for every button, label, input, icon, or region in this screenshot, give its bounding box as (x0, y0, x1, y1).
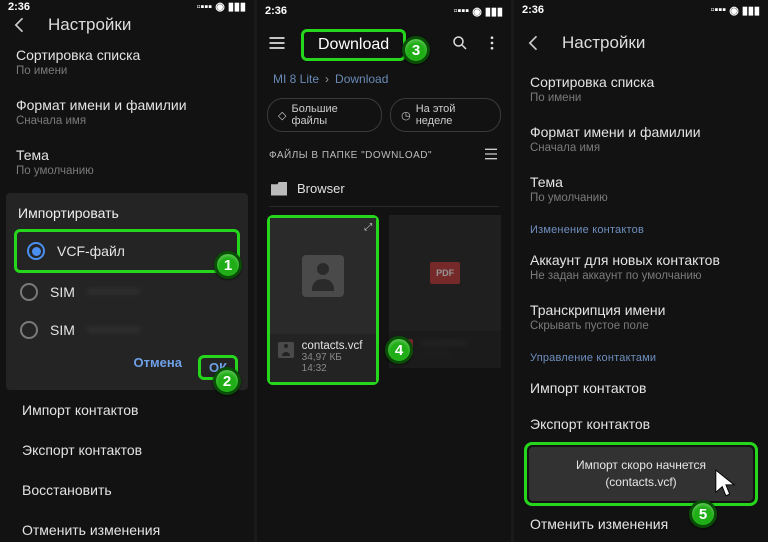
search-icon[interactable] (451, 34, 469, 57)
radio-vcf-file[interactable]: VCF-файл (17, 232, 237, 270)
folder-icon (271, 182, 287, 196)
page-title: Настройки (48, 15, 131, 35)
setting-theme[interactable]: Тема По умолчанию (514, 164, 768, 214)
status-bar: 2:36 ▫▪▪▪ ◉ ▮▮▮ (0, 0, 254, 13)
file-redacted: ········· (421, 349, 467, 360)
setting-sort[interactable]: Сортировка списка По имени (0, 37, 254, 87)
setting-name-format[interactable]: Формат имени и фамилии Сначала имя (514, 114, 768, 164)
cancel-button[interactable]: Отмена (134, 355, 182, 380)
view-list-icon[interactable] (483, 146, 499, 165)
step-badge-2: 2 (213, 367, 241, 395)
filter-chips: ◇ Большие файлы ◷ На этой неделе (257, 94, 511, 142)
app-header: Настройки (0, 13, 254, 37)
section-manage-contacts: Управление контактами (514, 342, 768, 370)
setting-default-account[interactable]: Аккаунт для новых контактов Не задан акк… (514, 242, 768, 292)
tag-icon: ◇ (278, 109, 286, 122)
signal-icon: ▫▪▪▪ (711, 4, 727, 16)
file-thumb: ⤢ (270, 218, 376, 334)
battery-icon: ▮▮▮ (228, 0, 246, 13)
panel-2-files-download: 2:36 ▫▪▪▪ ◉ ▮▮▮ Download MI 8 Lite › Dow… (257, 0, 511, 542)
setting-phonetic[interactable]: Транскрипция имени Скрывать пустое поле (514, 292, 768, 342)
signal-icon: ▫▪▪▪ (454, 5, 470, 17)
row-export-contacts[interactable]: Экспорт контактов (514, 406, 768, 442)
setting-sort[interactable]: Сортировка списка По имени (514, 64, 768, 114)
radio-sim-2[interactable]: SIM ·········· (10, 311, 244, 349)
pdf-icon: PDF (430, 262, 460, 284)
folder-browser[interactable]: Browser (257, 171, 511, 206)
breadcrumb[interactable]: MI 8 Lite › Download (257, 68, 511, 94)
file-contacts-vcf[interactable]: ⤢ contacts.vcf 34,97 КБ 14:32 (267, 215, 379, 385)
file-thumb: PDF (389, 215, 501, 331)
file-meta: contacts.vcf 34,97 КБ 14:32 (270, 334, 376, 382)
wifi-icon: ◉ (472, 5, 482, 18)
setting-theme[interactable]: Тема По умолчанию (0, 137, 254, 187)
status-bar: 2:36 ▫▪▪▪ ◉ ▮▮▮ (514, 0, 768, 21)
panel-3-settings-toast: 2:36 ▫▪▪▪ ◉ ▮▮▮ Настройки Сортировка спи… (514, 0, 768, 542)
import-dialog: Импортировать VCF-файл SIM ·········· SI… (6, 193, 248, 390)
highlight-vcf: VCF-файл (14, 229, 240, 273)
back-icon[interactable] (522, 31, 546, 55)
battery-icon: ▮▮▮ (485, 5, 503, 18)
battery-icon: ▮▮▮ (742, 4, 760, 17)
settings-list-below: Импорт контактов Экспорт контактов Восст… (0, 390, 254, 542)
row-undo-changes[interactable]: Отменить изменения (514, 506, 768, 542)
overflow-icon[interactable] (483, 34, 501, 57)
radio-icon (20, 321, 38, 339)
chip-this-week[interactable]: ◷ На этой неделе (390, 98, 501, 132)
radio-sim-1[interactable]: SIM ·········· (10, 273, 244, 311)
crumb-device[interactable]: MI 8 Lite (273, 72, 319, 86)
dialog-actions: Отмена ОК (10, 349, 244, 384)
status-bar: 2:36 ▫▪▪▪ ◉ ▮▮▮ (257, 0, 511, 22)
row-import-contacts[interactable]: Импорт контактов (0, 390, 254, 430)
section-edit-contacts: Изменение контактов (514, 214, 768, 242)
setting-name-format[interactable]: Формат имени и фамилии Сначала имя (0, 87, 254, 137)
expand-icon[interactable]: ⤢ (364, 222, 372, 233)
files-header: Download (257, 22, 511, 68)
signal-icon: ▫▪▪▪ (197, 1, 213, 13)
page-title: Настройки (562, 33, 645, 53)
dialog-title: Импортировать (10, 205, 244, 229)
hamburger-icon[interactable] (267, 33, 287, 58)
contact-icon (302, 255, 344, 297)
file-grid: ⤢ contacts.vcf 34,97 КБ 14:32 PDF ······… (257, 207, 511, 393)
wifi-icon: ◉ (729, 4, 739, 17)
back-icon[interactable] (8, 13, 32, 37)
step-badge-1: 1 (214, 251, 242, 279)
app-header: Настройки (514, 21, 768, 65)
sim-redacted: ·········· (87, 283, 140, 301)
cursor-icon (714, 468, 736, 498)
step-badge-5: 5 (689, 500, 717, 528)
radio-selected-icon (27, 242, 45, 260)
files-caption: ФАЙЛЫ В ПАПКЕ "DOWNLOAD" (257, 142, 511, 171)
chip-large-files[interactable]: ◇ Большие файлы (267, 98, 382, 132)
radio-icon (20, 283, 38, 301)
file-redacted: ············ (421, 337, 467, 349)
step-badge-4: 4 (385, 336, 413, 364)
status-time: 2:36 (8, 1, 30, 13)
contact-mini-icon (278, 342, 294, 358)
row-export-contacts[interactable]: Экспорт контактов (0, 430, 254, 470)
crumb-download[interactable]: Download (335, 72, 388, 86)
clock-icon: ◷ (401, 109, 411, 122)
panel-1-settings-import: 2:36 ▫▪▪▪ ◉ ▮▮▮ Настройки Сортировка спи… (0, 0, 254, 542)
chevron-right-icon: › (325, 72, 329, 86)
status-time: 2:36 (265, 5, 287, 17)
status-time: 2:36 (522, 4, 544, 16)
row-import-contacts[interactable]: Импорт контактов (514, 370, 768, 406)
row-undo-changes[interactable]: Отменить изменения (0, 510, 254, 542)
folder-title: Download (301, 29, 406, 61)
step-badge-3: 3 (402, 36, 430, 64)
row-restore[interactable]: Восстановить (0, 470, 254, 510)
sim-redacted: ·········· (87, 321, 140, 339)
wifi-icon: ◉ (215, 0, 225, 13)
